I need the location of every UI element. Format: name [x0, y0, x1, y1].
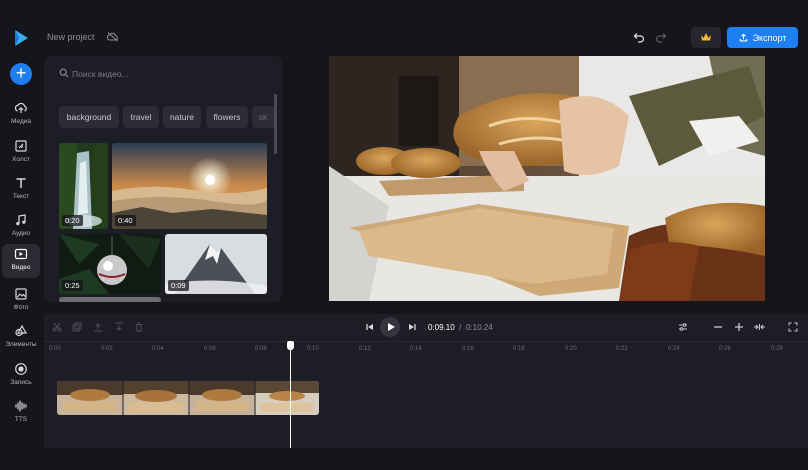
- canvas-icon: [15, 140, 27, 152]
- photo-icon: [15, 288, 27, 300]
- sidebar-item-label: Фото: [13, 304, 29, 311]
- play-button[interactable]: [380, 317, 400, 337]
- search-icon: [59, 68, 69, 78]
- video-duration: 0:40: [115, 215, 136, 226]
- sidebar-item-label: Видео: [11, 264, 31, 271]
- tag-background[interactable]: background: [59, 106, 119, 128]
- text-icon: [16, 178, 26, 188]
- tag-travel[interactable]: travel: [123, 106, 159, 128]
- ruler-label: 0:24: [668, 346, 680, 352]
- skip-back-icon[interactable]: [365, 322, 375, 332]
- fullscreen-icon[interactable]: [788, 322, 798, 332]
- playhead-handle[interactable]: [287, 341, 294, 350]
- export-icon: [739, 33, 747, 42]
- sidebar-item-label: Запись: [10, 379, 32, 386]
- ruler-label: 0:22: [616, 346, 628, 352]
- duplicate-icon[interactable]: [72, 322, 82, 332]
- playhead[interactable]: [290, 342, 291, 448]
- sidebar-item-label: Элементы: [5, 341, 37, 348]
- play-icon: [388, 323, 395, 331]
- ruler-label: 0:28: [771, 346, 783, 352]
- timeline-panel: 0:09.10 / 0:10.24 0:00 0:02 0:04 0:06 0:…: [44, 314, 808, 448]
- logo-icon[interactable]: [11, 28, 31, 48]
- cloud-sync-icon: [107, 32, 118, 42]
- ruler-label: 0:00: [49, 346, 61, 352]
- sidebar-item-record[interactable]: Запись: [2, 359, 40, 393]
- preview-frame-image: [329, 56, 765, 301]
- sidebar-item-photo[interactable]: Фото: [2, 284, 40, 318]
- adjust-icon[interactable]: [678, 322, 688, 332]
- clip-filmstrip: [57, 381, 319, 415]
- video-preview[interactable]: [329, 56, 765, 301]
- sidebar-item-audio[interactable]: Аудио: [2, 210, 40, 244]
- bring-forward-icon[interactable]: [93, 322, 103, 332]
- zoom-in-icon[interactable]: [734, 322, 744, 332]
- tag-flowers[interactable]: flowers: [206, 106, 248, 128]
- sidebar-item-video[interactable]: Видео: [2, 244, 40, 278]
- tag-partial[interactable]: sk: [252, 106, 274, 128]
- video-icon: [14, 248, 28, 260]
- record-icon: [15, 363, 27, 375]
- panel-scrollbar[interactable]: [274, 94, 277, 154]
- premium-button[interactable]: [691, 27, 721, 48]
- export-button[interactable]: Экспорт: [727, 27, 798, 48]
- time-separator: /: [459, 323, 462, 332]
- zoom-out-icon[interactable]: [713, 322, 723, 332]
- current-time: 0:09.10: [428, 323, 455, 332]
- project-name[interactable]: New project: [47, 32, 95, 42]
- split-icon[interactable]: [52, 322, 62, 332]
- search-input[interactable]: [72, 64, 262, 84]
- ruler-label: 0:16: [462, 346, 474, 352]
- sidebar-item-media[interactable]: Медиа: [2, 98, 40, 132]
- delete-icon[interactable]: [134, 322, 144, 332]
- ruler-label: 0:10: [307, 346, 319, 352]
- export-label: Экспорт: [752, 32, 787, 43]
- video-duration: 0:09: [168, 280, 189, 291]
- add-button[interactable]: +: [10, 63, 32, 85]
- sidebar-item-label: Аудио: [11, 230, 31, 237]
- skip-forward-icon[interactable]: [407, 322, 417, 332]
- music-icon: [16, 214, 26, 226]
- sidebar-item-tts[interactable]: TTS: [2, 396, 40, 430]
- ruler-label: 0:02: [101, 346, 113, 352]
- sidebar-item-text[interactable]: Текст: [2, 173, 40, 207]
- ruler-label: 0:04: [152, 346, 164, 352]
- waveform-icon: [15, 400, 27, 412]
- sidebar-item-label: Медиа: [11, 118, 31, 125]
- fit-timeline-icon[interactable]: [753, 322, 766, 332]
- crown-icon: [701, 33, 711, 41]
- video-duration: 0:25: [62, 280, 83, 291]
- redo-icon[interactable]: [655, 31, 667, 43]
- sidebar-item-label: Текст: [12, 193, 30, 200]
- sidebar-item-label: Холст: [12, 156, 30, 163]
- ruler-label: 0:06: [204, 346, 216, 352]
- sidebar-item-elements[interactable]: Элементы: [0, 321, 42, 355]
- video-thumb-partial[interactable]: [59, 297, 161, 302]
- video-thumb-ornament[interactable]: 0:25: [59, 234, 161, 294]
- tag-nature[interactable]: nature: [163, 106, 201, 128]
- sidebar-item-canvas[interactable]: Холст: [2, 136, 40, 170]
- send-backward-icon[interactable]: [114, 322, 124, 332]
- video-duration: 0:20: [62, 215, 83, 226]
- ruler-label: 0:26: [719, 346, 731, 352]
- video-thumb-mountain[interactable]: 0:09: [165, 234, 267, 294]
- ruler-label: 0:14: [410, 346, 422, 352]
- sidebar-item-label: TTS: [14, 416, 28, 423]
- ruler-label: 0:18: [513, 346, 525, 352]
- upload-icon: [14, 102, 27, 113]
- timeline-ruler[interactable]: 0:00 0:02 0:04 0:06 0:08 0:10 0:12 0:14 …: [44, 341, 808, 355]
- undo-icon[interactable]: [633, 31, 645, 43]
- video-thumb-sunset[interactable]: 0:40: [112, 143, 267, 229]
- video-library-panel: background travel nature flowers sk 0:20: [44, 56, 282, 302]
- total-time: 0:10.24: [466, 323, 493, 332]
- ruler-label: 0:08: [255, 346, 267, 352]
- sidebar: + Медиа Холст Текст Аудио Видео Фото Эле…: [0, 0, 42, 470]
- ruler-label: 0:20: [565, 346, 577, 352]
- video-clip[interactable]: [57, 381, 319, 415]
- shapes-icon: [15, 324, 28, 337]
- ruler-label: 0:12: [359, 346, 371, 352]
- video-thumb-waterfall[interactable]: 0:20: [59, 143, 108, 229]
